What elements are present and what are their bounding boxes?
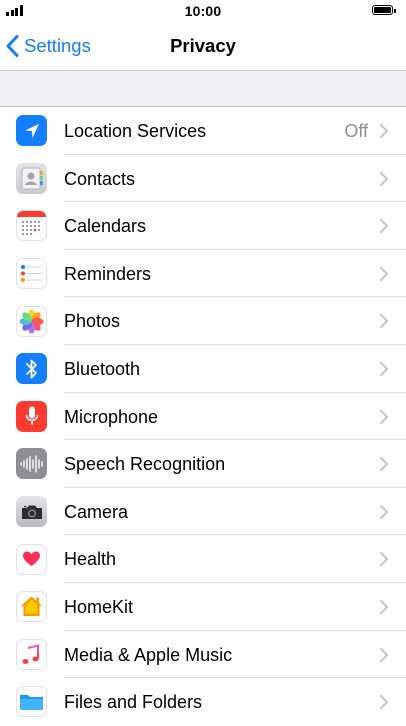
contacts-icon [16,162,47,194]
privacy-list: Location Services Off Contacts Calendars… [0,107,406,726]
chevron-right-icon [380,171,388,186]
chevron-right-icon [380,124,388,138]
chevron-right-icon [380,695,388,710]
list-item-location-services[interactable]: Location Services Off [0,107,406,155]
chevron-right-icon [380,361,388,376]
camera-icon [16,496,47,528]
list-item-label: Photos [64,311,121,332]
battery-icon [372,5,397,16]
list-item-value: Off [344,121,368,141]
list-item-reminders[interactable]: Reminders [0,250,406,298]
folder-icon [16,686,47,718]
page-title: Privacy [170,35,236,56]
list-item-contacts[interactable]: Contacts [0,155,406,203]
list-item-label: Calendars [64,216,147,237]
list-item-speech-recognition[interactable]: Speech Recognition [0,440,406,488]
list-item-label: Location Services [64,121,207,141]
list-item-microphone[interactable]: Microphone [0,393,406,441]
chevron-right-icon [380,314,388,329]
list-item-homekit[interactable]: HomeKit [0,583,406,631]
list-item-label: HomeKit [64,596,134,617]
list-item-label: Reminders [64,263,152,284]
heart-icon [16,543,47,575]
chevron-right-icon [380,504,388,519]
list-item-health[interactable]: Health [0,535,406,583]
navigation-bar: Settings Privacy [0,22,406,70]
list-item-label: Microphone [64,406,159,427]
chevron-right-icon [380,552,388,567]
microphone-icon [16,400,47,432]
status-time: 10:00 [184,3,222,19]
list-item-media-apple-music[interactable]: Media & Apple Music [0,631,406,679]
list-item-calendars[interactable]: Calendars [0,202,406,250]
list-item-label: Health [64,549,117,570]
chevron-right-icon [380,599,388,614]
list-item-label: Media & Apple Music [64,644,233,665]
list-item-label: Camera [64,501,129,522]
section-gap [0,70,406,107]
list-item-label: Speech Recognition [64,454,226,475]
list-item-photos[interactable]: Photos [0,297,406,345]
chevron-right-icon [380,266,388,281]
location-arrow-icon [16,115,47,147]
bluetooth-icon [16,353,47,385]
speech-waveform-icon [16,448,47,480]
chevron-right-icon [380,219,388,234]
list-item-label: Contacts [64,168,136,189]
list-item-camera[interactable]: Camera [0,488,406,536]
home-icon [16,591,47,623]
reminders-icon [16,258,47,290]
list-item-bluetooth[interactable]: Bluetooth [0,345,406,393]
chevron-right-icon [380,457,388,472]
chevron-right-icon [380,647,388,662]
music-note-icon [16,638,47,670]
list-item-label: Bluetooth [64,358,141,379]
calendar-icon [16,210,47,242]
status-bar: 10:00 [0,0,406,22]
chevron-right-icon [380,409,388,424]
photos-icon [16,305,47,337]
list-item-files-and-folders[interactable]: Files and Folders [0,678,406,726]
list-item-label: Files and Folders [64,692,203,713]
